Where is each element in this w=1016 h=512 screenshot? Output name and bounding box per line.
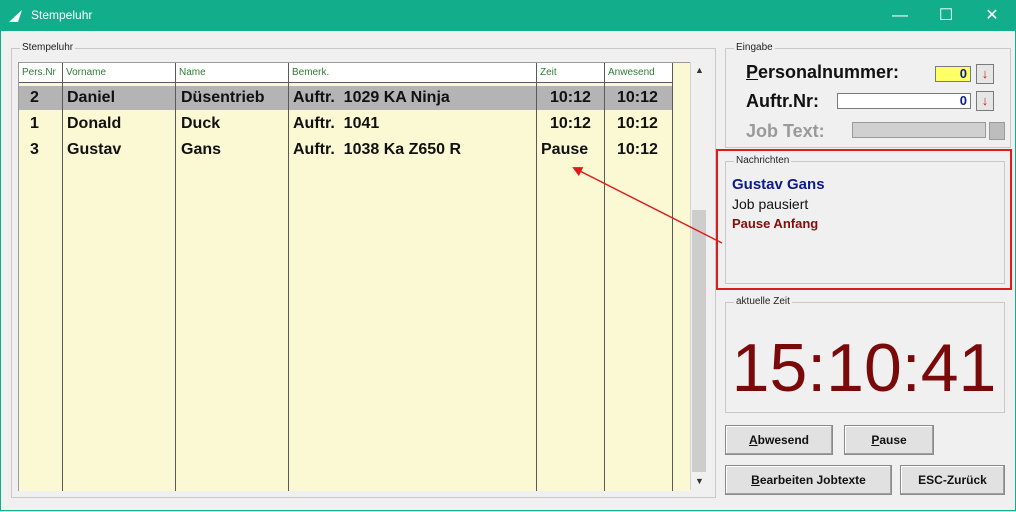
- personalnummer-label: Personalnummer:: [746, 62, 899, 83]
- bearbeiten-accel: B: [751, 473, 760, 487]
- cell-zeit: Pause: [541, 141, 589, 158]
- cell-anwesend: 10:12: [617, 115, 658, 132]
- col-header-persnr[interactable]: Pers.Nr: [19, 63, 63, 83]
- scroll-thumb[interactable]: [692, 210, 706, 472]
- bearbeiten-label: earbeiten Jobtexte: [759, 473, 866, 487]
- table-row[interactable]: 1 Donald Duck Auftr. 1041 10:12 10:12: [19, 112, 673, 136]
- personalnummer-accel: P: [746, 62, 759, 82]
- maximize-button[interactable]: ☐: [923, 0, 969, 31]
- personalnummer-label-text: ersonalnummer:: [758, 62, 900, 82]
- employee-table[interactable]: Pers.Nr Vorname Name Bemerk. Zeit Anwese…: [18, 62, 691, 491]
- current-time-display: 15:10:41: [731, 330, 997, 406]
- message-name: Gustav Gans: [732, 176, 825, 193]
- aktuelle-zeit-group-label: aktuelle Zeit: [734, 296, 792, 307]
- table-row[interactable]: 2 Daniel Düsentrieb Auftr. 1029 KA Ninja…: [19, 86, 673, 110]
- col-header-bemerk[interactable]: Bemerk.: [289, 63, 537, 83]
- column-divider: [604, 83, 605, 491]
- col-header-name[interactable]: Name: [176, 63, 289, 83]
- cell-persnr: 1: [30, 115, 39, 132]
- cell-bemerk: Auftr. 1041: [293, 115, 380, 132]
- auftr-nr-label: Auftr.Nr:: [746, 91, 819, 111]
- cell-persnr: 3: [30, 141, 39, 158]
- personalnummer-down-arrow-icon[interactable]: ↓: [976, 64, 994, 84]
- col-header-vorname[interactable]: Vorname: [63, 63, 176, 83]
- job-text-dropdown-button: [989, 122, 1005, 140]
- app-icon: [9, 10, 22, 22]
- column-divider: [62, 83, 63, 491]
- esc-zurueck-button[interactable]: ESC-Zurück: [900, 465, 1005, 495]
- cell-anwesend: 10:12: [617, 89, 658, 106]
- abwesend-accel: A: [748, 433, 758, 447]
- personalnummer-input[interactable]: 0: [935, 66, 971, 82]
- column-divider: [288, 83, 289, 491]
- cell-persnr: 2: [30, 89, 39, 106]
- job-text-field: [852, 122, 986, 138]
- close-button[interactable]: ✕: [969, 0, 1015, 31]
- minimize-button[interactable]: —: [877, 0, 923, 31]
- cell-zeit: 10:12: [550, 89, 591, 106]
- table-row[interactable]: 3 Gustav Gans Auftr. 1038 Ka Z650 R Paus…: [19, 138, 673, 162]
- abwesend-button[interactable]: Abwesend: [725, 425, 833, 455]
- job-text-label: Job Text:: [746, 121, 825, 141]
- col-header-anwesend[interactable]: Anwesend: [605, 63, 673, 83]
- cell-name: Düsentrieb: [181, 89, 265, 106]
- window-title: Stempeluhr: [31, 8, 93, 22]
- cell-bemerk: Auftr. 1038 Ka Z650 R: [293, 141, 462, 158]
- auftr-nr-input[interactable]: 0: [837, 93, 971, 109]
- pause-label: ause: [879, 433, 907, 447]
- column-divider: [536, 83, 537, 491]
- scroll-up-arrow-icon[interactable]: ▲: [691, 62, 708, 79]
- cell-vorname: Daniel: [67, 89, 116, 106]
- column-divider: [672, 83, 673, 491]
- cell-anwesend: 10:12: [617, 141, 658, 158]
- cell-bemerk: Auftr. 1029 KA Ninja: [293, 89, 450, 106]
- message-status: Job pausiert: [732, 196, 809, 212]
- column-divider: [175, 83, 176, 491]
- eingabe-group-label: Eingabe: [734, 42, 775, 53]
- message-event: Pause Anfang: [732, 216, 819, 231]
- col-header-zeit[interactable]: Zeit: [537, 63, 605, 83]
- cell-zeit: 10:12: [550, 115, 591, 132]
- auftr-nr-down-arrow-icon[interactable]: ↓: [976, 91, 994, 111]
- abwesend-label: bwesend: [757, 433, 810, 447]
- stempeluhr-group-label: Stempeluhr: [20, 42, 76, 53]
- cell-name: Duck: [181, 115, 221, 132]
- cell-vorname: Donald: [67, 115, 122, 132]
- scroll-down-arrow-icon[interactable]: ▼: [691, 473, 708, 490]
- cell-vorname: Gustav: [67, 141, 122, 158]
- cell-name: Gans: [181, 141, 222, 158]
- bearbeiten-jobtexte-button[interactable]: Bearbeiten Jobtexte: [725, 465, 892, 495]
- pause-button[interactable]: Pause: [844, 425, 934, 455]
- vertical-scrollbar[interactable]: ▲ ▼: [690, 62, 708, 490]
- title-bar: Stempeluhr — ☐ ✕: [0, 0, 1016, 31]
